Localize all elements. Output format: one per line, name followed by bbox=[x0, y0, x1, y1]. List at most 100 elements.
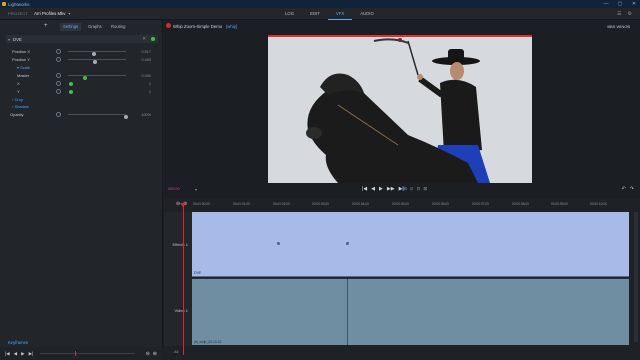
gear-icon[interactable]: ⚙ bbox=[628, 11, 632, 17]
slider-knob[interactable] bbox=[124, 115, 128, 119]
keyframe-playhead[interactable] bbox=[75, 351, 76, 356]
project-selector[interactable]: Arri Profiles Mkv bbox=[34, 11, 65, 16]
param-row-opacity: Opacity 100% bbox=[0, 111, 163, 119]
viewer-title: Whip Zoom-Simple Demo bbox=[173, 23, 223, 29]
go-to-start-icon[interactable]: |◀ bbox=[362, 186, 367, 192]
keyframe-toggle-icon[interactable] bbox=[56, 81, 61, 86]
go-to-start-icon[interactable]: |◀ bbox=[5, 351, 10, 357]
tab-settings[interactable]: Settings bbox=[60, 23, 82, 31]
tab-graphs[interactable]: Graphs bbox=[85, 23, 105, 31]
all-tracks-toggle[interactable]: All bbox=[174, 349, 178, 354]
clip-name: DVE bbox=[194, 271, 202, 275]
play-icon[interactable]: ▶ bbox=[379, 186, 383, 192]
param-row-y: Y 1 bbox=[0, 88, 163, 95]
param-value[interactable]: 100% bbox=[141, 113, 151, 117]
param-label: Position X bbox=[12, 49, 31, 54]
chevron-down-icon[interactable]: ▾ bbox=[195, 187, 197, 192]
close-icon[interactable]: ✕ bbox=[630, 1, 638, 7]
keyframe-toggle-icon[interactable] bbox=[56, 57, 61, 62]
ruler-tick: 00:00:07;00 bbox=[472, 202, 489, 206]
tab-edit[interactable]: EDIT bbox=[302, 8, 328, 20]
param-slider[interactable] bbox=[68, 51, 126, 56]
section-crop[interactable]: › Crop bbox=[0, 96, 163, 103]
chevron-down-icon[interactable]: ▾ bbox=[8, 37, 10, 42]
toggle-dot[interactable] bbox=[69, 89, 73, 94]
keyframe-mini-timeline[interactable] bbox=[40, 353, 135, 354]
ruler-tick: 00:00:04;00 bbox=[352, 202, 369, 206]
next-keyframe-icon[interactable]: ▶ bbox=[21, 351, 24, 357]
remove-effect-icon[interactable]: ✕ bbox=[142, 36, 146, 42]
track-label-video-1[interactable]: Video 1 bbox=[175, 308, 189, 313]
param-row-position-x: Position X 0.517 bbox=[0, 48, 163, 56]
tab-routing[interactable]: Routing bbox=[108, 23, 128, 31]
param-value[interactable]: 0.517 bbox=[141, 50, 151, 54]
section-shadow[interactable]: › Shadow bbox=[0, 103, 163, 110]
section-scale[interactable]: ▾ Scale bbox=[0, 64, 163, 71]
viewer-panel: Whip Zoom-Simple Demo [whip] BBS WINOB 0… bbox=[164, 20, 640, 196]
param-value[interactable]: 0.493 bbox=[141, 58, 151, 62]
viewer-header: Whip Zoom-Simple Demo [whip] BBS WINOB bbox=[164, 21, 640, 31]
ruler-tick: 00:00:05;00 bbox=[392, 202, 409, 206]
param-row-position-y: Position Y 0.493 bbox=[0, 56, 163, 64]
section-label: ▾ Scale bbox=[17, 65, 31, 70]
maximize-icon[interactable]: ▢ bbox=[616, 1, 624, 7]
video-track-clip[interactable]: jht_whip_00:10:22 bbox=[192, 279, 629, 345]
timecode-label[interactable]: 000:00 bbox=[168, 187, 180, 191]
toggle-dot[interactable] bbox=[69, 81, 73, 86]
tab-vfx[interactable]: VFX bbox=[327, 8, 353, 20]
param-value[interactable]: 1 bbox=[149, 90, 151, 94]
ruler-tick: 00:00:01;00 bbox=[233, 202, 250, 206]
minimize-icon[interactable]: — bbox=[602, 1, 610, 7]
ruler-tick: 00:00:09;00 bbox=[551, 202, 568, 206]
chevron-down-icon[interactable]: ▾ bbox=[68, 11, 70, 16]
go-to-end-icon[interactable]: ▶| bbox=[29, 351, 34, 357]
effect-header-dve[interactable]: ▾ DVE ✕ bbox=[6, 35, 158, 43]
room-tabs: LOG EDIT VFX AUDIO bbox=[277, 8, 382, 20]
rider-on-horse-image bbox=[268, 35, 532, 183]
keyframe-marker[interactable] bbox=[277, 242, 280, 245]
timeline-scrollbar[interactable] bbox=[634, 212, 638, 342]
keyframe-toggle-icon[interactable] bbox=[56, 112, 61, 117]
playhead[interactable] bbox=[183, 205, 184, 355]
timeline-ruler[interactable]: ⊖ ⊕ 00:00:00;00 00:00:01;00 00:00:02;00 … bbox=[164, 200, 640, 210]
mark-in-icon[interactable]: ⊞ bbox=[403, 186, 407, 192]
viewer-tag[interactable]: [whip] bbox=[226, 24, 237, 29]
zoom-out-icon[interactable]: ⊖ bbox=[176, 201, 180, 207]
keyframes-title: Keyframes bbox=[8, 340, 29, 345]
grid-icon[interactable]: ⊡ bbox=[417, 186, 421, 192]
param-slider[interactable] bbox=[68, 75, 126, 80]
section-label: › Crop bbox=[12, 97, 24, 102]
viewer-source-label[interactable]: BBS WINOB bbox=[607, 24, 630, 29]
keyframe-marker[interactable] bbox=[346, 242, 349, 245]
menu-icon[interactable]: ☰ bbox=[617, 11, 621, 17]
add-effect-button[interactable]: + bbox=[44, 23, 48, 29]
effects-track-clip[interactable]: DVE bbox=[192, 212, 629, 277]
step-back-icon[interactable]: ◀ bbox=[371, 186, 375, 192]
tab-audio[interactable]: AUDIO bbox=[352, 8, 382, 20]
mark-out-icon[interactable]: ⊙ bbox=[410, 186, 414, 192]
app-logo-icon bbox=[2, 2, 6, 6]
param-value[interactable]: 1 bbox=[149, 82, 151, 86]
keyframe-toggle-icon[interactable] bbox=[56, 89, 61, 94]
keyframe-toggle-icon[interactable] bbox=[56, 73, 61, 78]
effect-enabled-indicator[interactable] bbox=[151, 37, 155, 41]
prev-keyframe-icon[interactable]: ◀ bbox=[14, 351, 17, 357]
param-slider[interactable] bbox=[68, 114, 128, 119]
record-indicator-icon bbox=[166, 23, 171, 28]
keyframe-toggle-icon[interactable] bbox=[56, 49, 61, 54]
timeline-footer: All bbox=[164, 346, 640, 360]
fast-forward-icon[interactable]: ▶▶ bbox=[387, 186, 395, 192]
tab-log[interactable]: LOG bbox=[277, 8, 302, 20]
undo-icon[interactable]: ↶ bbox=[622, 186, 626, 192]
zoom-in-icon[interactable]: ⊕ bbox=[153, 351, 157, 357]
ruler-tick: 00:00:00;00 bbox=[193, 202, 210, 206]
effects-settings-panel: + Settings Graphs Routing ▾ DVE ✕ Positi… bbox=[0, 20, 163, 360]
redo-icon[interactable]: ↷ bbox=[630, 186, 634, 192]
param-slider[interactable] bbox=[68, 59, 126, 64]
keyframes-section: Keyframes |◀ ◀ ▶ ▶| ⊖ ⊕ bbox=[0, 338, 163, 360]
track-label-effects-1[interactable]: Effects 1 bbox=[173, 242, 189, 247]
zoom-out-icon[interactable]: ⊖ bbox=[146, 351, 150, 357]
param-value[interactable]: 0.000 bbox=[141, 74, 151, 78]
video-frame[interactable] bbox=[268, 35, 532, 183]
safe-area-icon[interactable]: ⊠ bbox=[423, 186, 427, 192]
